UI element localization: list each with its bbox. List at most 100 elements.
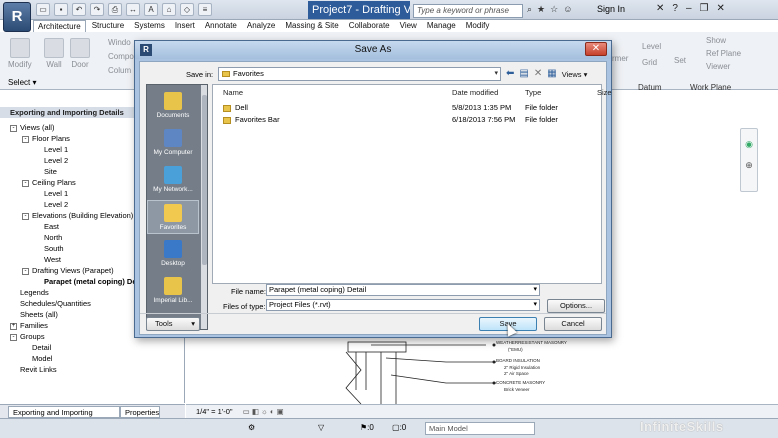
minimize-icon[interactable]: – [686,3,692,14]
undo-icon[interactable]: ↶ [72,3,86,16]
grid-tool[interactable]: Grid [642,58,657,67]
place-documents[interactable]: Documents [147,89,199,123]
rmer-tool[interactable]: rmer [612,54,628,63]
tab-view[interactable]: View [396,20,421,32]
exchange-icon[interactable]: ✕ [656,3,664,14]
print-icon[interactable]: ⎙ [108,3,122,16]
level-tool[interactable]: Level [642,42,661,51]
close-button[interactable]: ✕ [585,42,607,56]
select-dropdown[interactable]: Select ▾ [0,76,135,90]
browser-node[interactable]: Model [22,354,52,363]
wall-tool[interactable]: Wall [44,38,64,69]
browser-node[interactable]: Level 1 [34,145,68,154]
collapse-icon[interactable]: - [22,179,29,187]
browser-node[interactable]: Level 2 [34,156,68,165]
place-my-network[interactable]: My Network... [147,163,199,197]
browser-node[interactable]: + Families [10,321,48,330]
delete-icon[interactable]: ✕ [534,68,542,80]
collapse-icon[interactable]: - [10,333,17,341]
tab-systems[interactable]: Systems [130,20,169,32]
binoculars-icon[interactable]: ⌕ [527,4,532,15]
browser-node[interactable]: Parapet (metal coping) Detail [34,277,147,286]
subscription-icon[interactable]: ★ [537,4,545,15]
navigation-bar[interactable]: ◉ ⊕ [740,128,758,192]
list-item[interactable]: Dell 5/8/2013 1:35 PM File folder [223,103,593,114]
view-scale[interactable]: 1/4" = 1'-0" [196,407,233,416]
tab-collaborate[interactable]: Collaborate [345,20,394,32]
tab-structure[interactable]: Structure [88,20,128,32]
browser-node[interactable]: West [34,255,61,264]
dialog-title-bar[interactable]: R Save As ✕ [135,41,611,59]
sun-path-icon[interactable]: ☼ [261,407,268,416]
file-list[interactable]: Name Date modified Type Size Dell 5/8/201… [212,84,612,284]
save-icon[interactable]: ▪ [54,3,68,16]
column-tool[interactable]: Colum [108,66,131,75]
browser-node[interactable]: - Elevations (Building Elevation) [22,211,133,220]
browser-node[interactable]: - Ceiling Plans [22,178,76,187]
help-search-input[interactable]: Type a keyword or phrase [413,4,523,18]
tab-annotate[interactable]: Annotate [201,20,241,32]
3d-view-icon[interactable]: ⌂ [162,3,176,16]
tab-analyze[interactable]: Analyze [243,20,279,32]
browser-node[interactable]: - Floor Plans [22,134,70,143]
tab-insert[interactable]: Insert [171,20,199,32]
tab-project-browser[interactable]: Exporting and Importing Details [8,406,120,429]
place-favorites[interactable]: Favorites [147,200,199,234]
new-folder-icon[interactable]: ▦ [547,68,556,80]
column-size[interactable]: Size [597,88,612,97]
collapse-icon[interactable]: - [10,124,17,132]
tab-architecture[interactable]: Architecture [33,20,86,32]
component-tool[interactable]: Compo [108,52,134,61]
browser-node[interactable]: South [34,244,64,253]
up-folder-icon[interactable]: ▤ [519,68,528,80]
window-tool[interactable]: Windo [108,38,131,47]
cancel-button[interactable]: Cancel [544,317,602,331]
redo-icon[interactable]: ↷ [90,3,104,16]
viewer-tool[interactable]: Viewer [706,62,730,71]
open-icon[interactable]: ▭ [36,3,50,16]
door-tool[interactable]: Door [70,38,90,69]
browser-node[interactable]: - Groups [10,332,45,341]
collapse-icon[interactable]: - [22,267,29,275]
measure-icon[interactable]: ↔ [126,3,140,16]
tab-properties[interactable]: Properties [120,406,160,418]
options-button[interactable]: Options... [547,299,605,313]
zoom-icon[interactable]: ⊕ [741,160,757,171]
browser-node[interactable]: East [34,222,59,231]
visual-style-icon[interactable]: ◧ [252,407,259,416]
shadows-icon[interactable]: ◐ [270,407,275,416]
list-item[interactable]: Favorites Bar 6/18/2013 7:56 PM File folde… [223,115,593,126]
star-icon[interactable]: ☆ [550,4,558,15]
user-icon[interactable]: ☺ [563,4,572,15]
thin-lines-icon[interactable]: ≡ [198,3,212,16]
browser-node[interactable]: Schedules/Quantities [10,299,91,308]
file-type-select[interactable]: Project Files (*.rvt) ▾ [266,299,540,311]
worksets-icon[interactable]: ⚙ [248,423,255,432]
column-name[interactable]: Name [223,88,243,97]
tab-manage[interactable]: Manage [423,20,460,32]
place-my-computer[interactable]: My Computer [147,126,199,160]
save-in-combo[interactable]: Favorites ▾ [218,67,501,81]
close-icon[interactable]: ✕ [716,3,724,14]
browser-node[interactable]: Legends [10,288,49,297]
browser-node[interactable]: Level 1 [34,189,68,198]
section-icon[interactable]: ◇ [180,3,194,16]
steering-wheel-icon[interactable]: ◉ [741,139,757,150]
modify-tool[interactable]: Modify [8,38,32,69]
back-icon[interactable]: ⬅ [506,68,514,80]
browser-node[interactable]: North [34,233,62,242]
ref-plane-tool[interactable]: Ref Plane [706,49,741,58]
file-name-input[interactable]: Parapet (metal coping) Detail ▾ [266,284,540,296]
browser-node[interactable]: Level 2 [34,200,68,209]
browser-node[interactable]: Sheets (all) [10,310,58,319]
application-menu-button[interactable]: R [3,2,31,32]
design-option-combo[interactable]: Main Model [425,422,535,435]
column-date-modified[interactable]: Date modified [452,88,498,97]
collapse-icon[interactable]: - [22,212,29,220]
browser-node[interactable]: Detail [22,343,51,352]
tab-massing-site[interactable]: Massing & Site [281,20,342,32]
views-menu[interactable]: Views ▾ [562,70,588,79]
tools-button[interactable]: Tools ▾ [146,317,200,331]
expand-icon[interactable]: + [10,322,17,330]
tab-modify[interactable]: Modify [462,20,494,32]
